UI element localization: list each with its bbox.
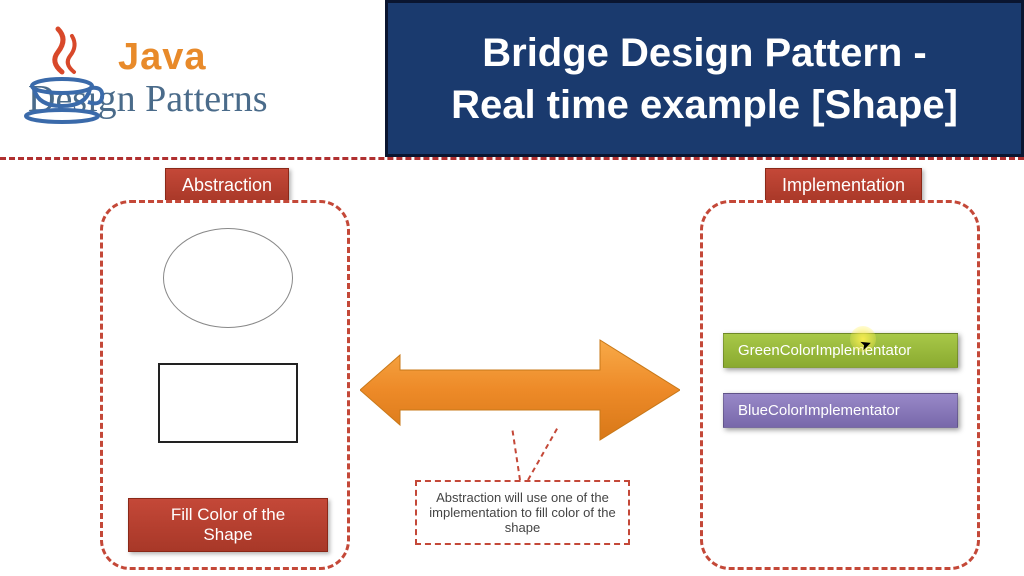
note-connector-icon [510, 425, 570, 485]
circle-shape-icon [163, 228, 293, 328]
title-line-1: Bridge Design Pattern - [482, 27, 927, 79]
explanation-note: Abstraction will use one of the implemen… [415, 480, 630, 545]
logo-java-text: Java [118, 36, 268, 79]
implementation-panel: GreenColorImplementator BlueColorImpleme… [700, 200, 980, 570]
java-cup-icon [20, 24, 110, 134]
header: Java Design Patterns Bridge Design Patte… [0, 0, 1024, 160]
abstraction-panel: Fill Color of the Shape [100, 200, 350, 570]
java-logo: Java Design Patterns [20, 24, 268, 134]
title-line-2: Real time example [Shape] [451, 79, 958, 131]
green-implementator-box: GreenColorImplementator [723, 333, 958, 368]
fill-color-label: Fill Color of the Shape [128, 498, 328, 552]
blue-implementator-box: BlueColorImplementator [723, 393, 958, 428]
diagram-canvas: Abstraction Implementation Fill Color of… [0, 160, 1024, 576]
logo-area: Java Design Patterns [0, 0, 385, 157]
rectangle-shape-icon [158, 363, 298, 443]
title-box: Bridge Design Pattern - Real time exampl… [385, 0, 1024, 157]
abstraction-label: Abstraction [165, 168, 289, 203]
implementation-label: Implementation [765, 168, 922, 203]
logo-text: Java Design Patterns [118, 36, 268, 121]
